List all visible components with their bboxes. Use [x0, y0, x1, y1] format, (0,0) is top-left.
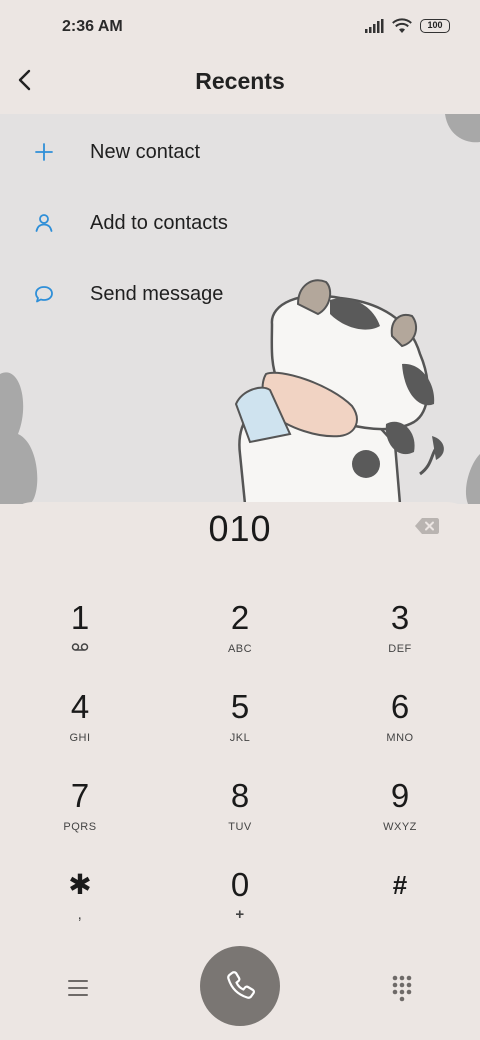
key-digit: 8 — [230, 777, 250, 814]
plus-icon — [35, 143, 53, 161]
phone-icon — [227, 971, 255, 999]
content-area: New contact Add to contacts Send message — [0, 114, 480, 504]
key-digit: # — [392, 870, 408, 900]
new-contact-label: New contact — [90, 140, 201, 163]
key-letters: PQRS — [63, 821, 97, 833]
dialed-number-display[interactable]: 010 — [0, 508, 480, 550]
key-letters: JKL — [229, 732, 251, 744]
key-5[interactable]: 5 JKL — [180, 687, 300, 767]
key-letters: ABC — [227, 643, 253, 655]
status-icons: 100 — [364, 18, 450, 34]
key-6[interactable]: 6 MNO — [340, 687, 460, 767]
key-hash[interactable]: # — [340, 865, 460, 945]
key-digit: 7 — [70, 777, 90, 814]
key-letters: WXYZ — [383, 821, 417, 833]
key-2[interactable]: 2 ABC — [180, 598, 300, 678]
page-title: Recents — [195, 68, 285, 94]
backspace-icon — [415, 518, 439, 534]
key-3[interactable]: 3 DEF — [340, 598, 460, 678]
key-letters: TUV — [228, 821, 252, 833]
key-digit: ✱ — [68, 869, 92, 900]
key-1[interactable]: 1 — [20, 598, 140, 678]
backspace-button[interactable] — [414, 516, 440, 536]
key-digit: 4 — [70, 688, 90, 725]
send-message-item[interactable]: Send message — [0, 266, 300, 322]
header: Recents — [0, 56, 480, 114]
add-to-contacts-item[interactable]: Add to contacts — [0, 195, 300, 251]
message-bubble-icon — [35, 286, 53, 303]
key-7[interactable]: 7 PQRS — [20, 776, 140, 856]
dialpad-grid-icon — [392, 975, 412, 1002]
key-star[interactable]: ✱ , — [20, 865, 140, 945]
person-icon — [35, 214, 53, 232]
wifi-icon — [392, 18, 412, 33]
key-letters: + — [235, 906, 245, 923]
key-digit: 3 — [390, 599, 410, 636]
voicemail-icon — [71, 643, 89, 651]
add-to-contacts-label: Add to contacts — [90, 211, 228, 234]
key-digit: 0 — [230, 866, 250, 903]
status-bar: 2:36 AM 100 — [0, 0, 480, 56]
key-letters: GHI — [69, 732, 91, 744]
key-0[interactable]: 0 + — [180, 865, 300, 945]
status-time: 2:36 AM — [62, 18, 123, 35]
hamburger-menu-icon — [68, 980, 88, 996]
key-digit: 1 — [70, 599, 90, 636]
dialpad-toggle-button[interactable] — [390, 974, 414, 1002]
send-message-label: Send message — [90, 282, 224, 305]
key-9[interactable]: 9 WXYZ — [340, 776, 460, 856]
signal-icon — [365, 19, 384, 33]
call-button[interactable] — [200, 946, 280, 1026]
new-contact-item[interactable]: New contact — [0, 124, 300, 180]
key-letters: , — [77, 906, 83, 923]
key-4[interactable]: 4 GHI — [20, 687, 140, 767]
key-digit: 2 — [230, 599, 250, 636]
dial-pad-panel: 010 1 2 ABC 3 DEF 4 GHI 5 JKL 6 MNO 7 PQ… — [0, 502, 480, 1040]
menu-button[interactable] — [64, 976, 92, 1000]
battery-icon: 100 — [420, 19, 450, 33]
key-digit: 5 — [230, 688, 250, 725]
battery-level: 100 — [427, 20, 443, 30]
key-letters: MNO — [386, 732, 414, 744]
key-letters: DEF — [388, 643, 412, 655]
key-digit: 9 — [390, 777, 410, 814]
key-8[interactable]: 8 TUV — [180, 776, 300, 856]
key-digit: 6 — [390, 688, 410, 725]
